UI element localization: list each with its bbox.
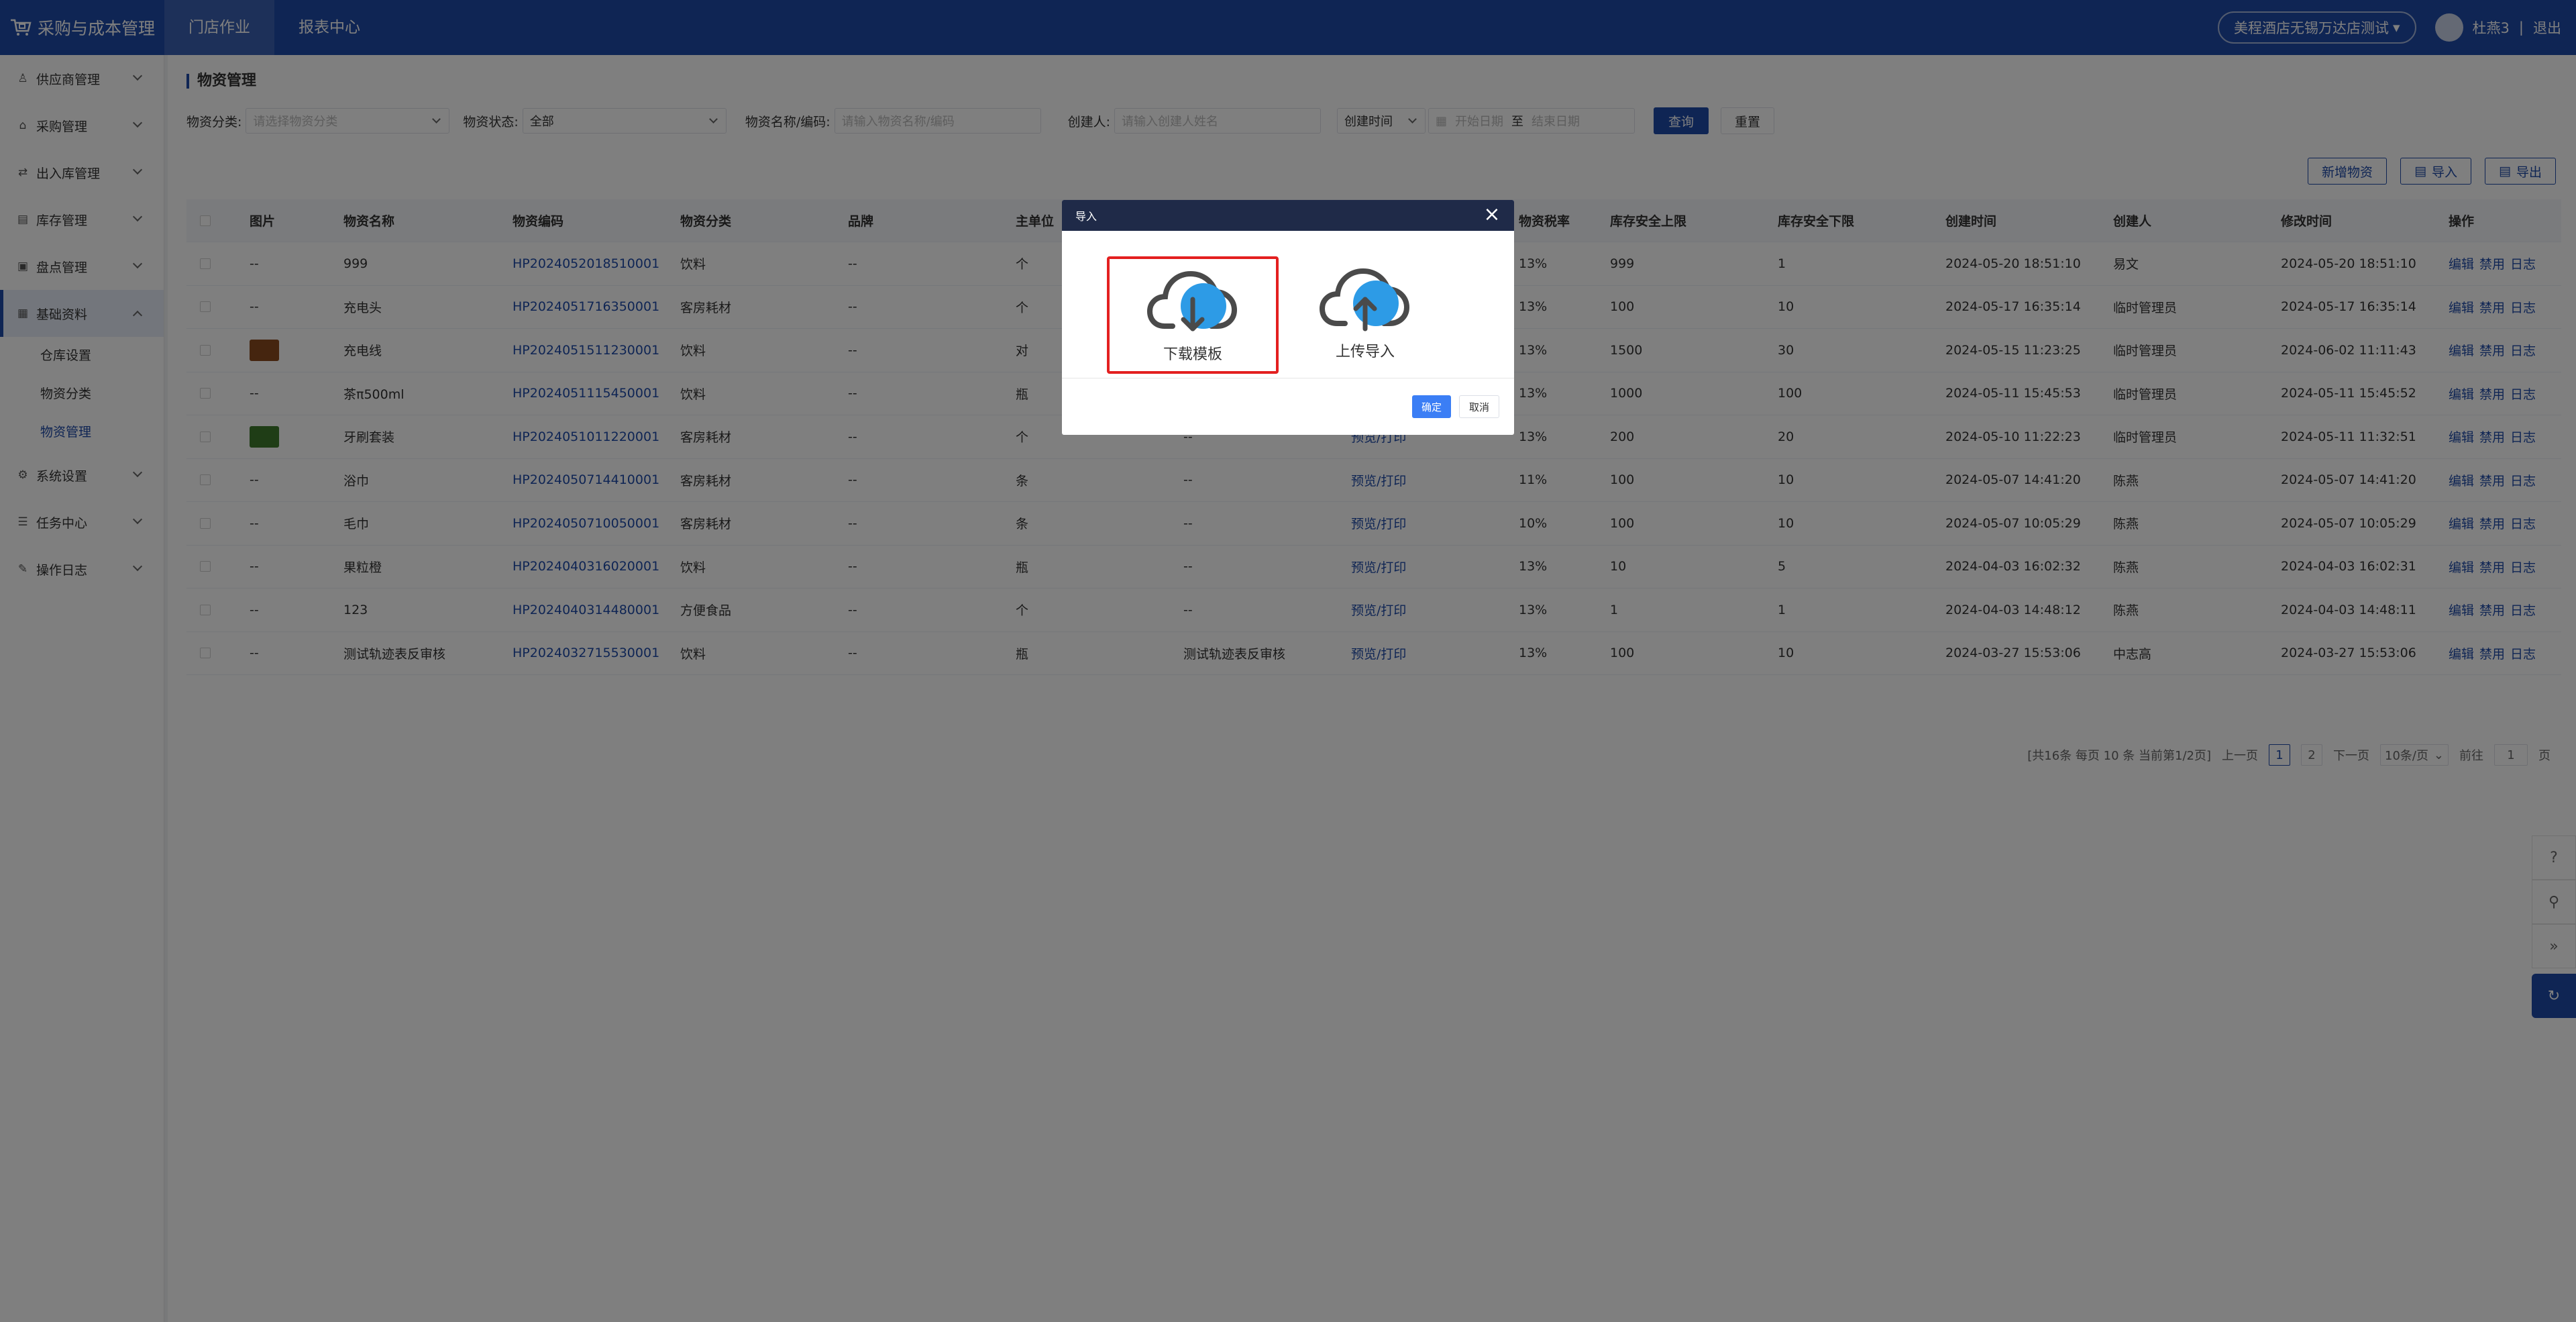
- modal-footer: 确定 取消: [1062, 378, 1514, 435]
- modal-header: 导入 ×: [1062, 200, 1514, 231]
- modal-title: 导入: [1075, 210, 1097, 223]
- upload-import-label: 上传导入: [1335, 344, 1395, 360]
- modal-overlay[interactable]: [0, 0, 2576, 1322]
- cancel-button[interactable]: 取消: [1458, 395, 1499, 418]
- download-template-label: 下载模板: [1163, 346, 1222, 363]
- upload-import-option[interactable]: 上传导入: [1279, 256, 1451, 374]
- confirm-button[interactable]: 确定: [1411, 395, 1451, 418]
- import-modal: 导入 × 下载模板 上传导入 确定 取消: [1062, 200, 1514, 435]
- download-template-option[interactable]: 下载模板: [1107, 256, 1279, 374]
- close-icon[interactable]: ×: [1482, 205, 1502, 225]
- cloud-upload-icon: [1319, 268, 1410, 332]
- cloud-download-icon: [1146, 270, 1238, 332]
- modal-body: 下载模板 上传导入: [1062, 231, 1514, 378]
